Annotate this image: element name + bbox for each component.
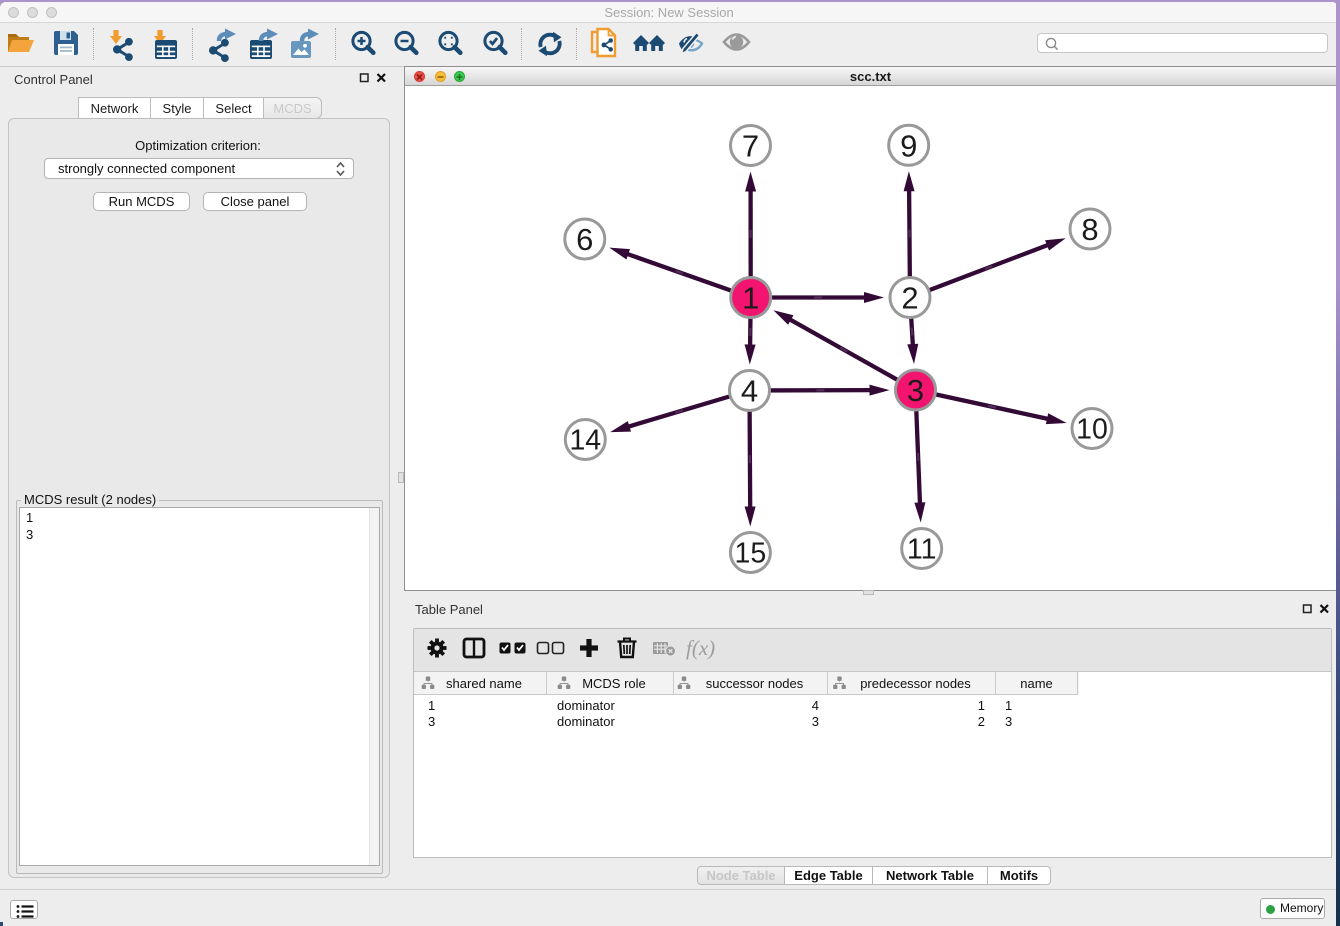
svg-text:9: 9 <box>900 128 917 163</box>
svg-text:7: 7 <box>742 129 759 164</box>
svg-text:15: 15 <box>735 538 767 570</box>
svg-text:4: 4 <box>741 374 758 409</box>
svg-text:3: 3 <box>907 373 924 408</box>
svg-text:8: 8 <box>1081 212 1098 247</box>
svg-text:14: 14 <box>569 425 601 457</box>
svg-text:1: 1 <box>742 281 759 316</box>
svg-text:2: 2 <box>901 281 918 316</box>
svg-text:11: 11 <box>907 534 937 566</box>
svg-text:6: 6 <box>576 222 593 257</box>
svg-text:f(x): f(x) <box>686 636 715 660</box>
svg-text:10: 10 <box>1076 414 1108 446</box>
